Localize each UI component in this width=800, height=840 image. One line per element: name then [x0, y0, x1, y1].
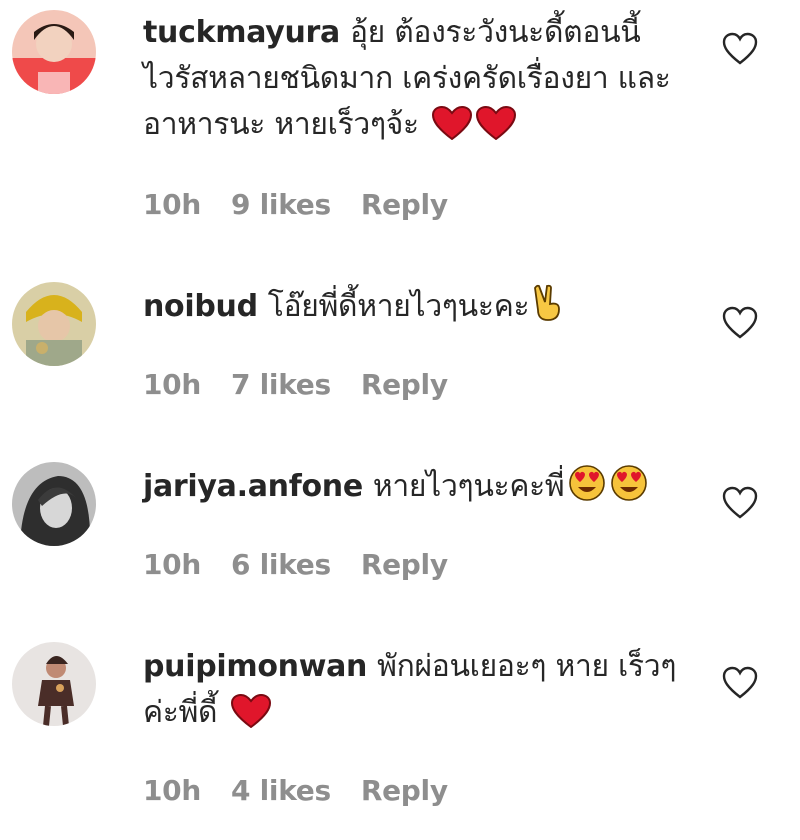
comment-time: 10h	[143, 188, 201, 221]
comment-time: 10h	[143, 368, 201, 401]
comment-username[interactable]: tuckmayura	[143, 15, 340, 50]
comment-likes[interactable]: 7 likes	[231, 368, 331, 401]
comment-username[interactable]: jariya.anfone	[143, 469, 363, 504]
avatar[interactable]	[12, 462, 96, 546]
red-heart-icon	[432, 105, 473, 154]
like-heart-icon[interactable]	[722, 306, 758, 340]
like-heart-icon[interactable]	[722, 666, 758, 700]
like-heart-icon[interactable]	[722, 486, 758, 520]
avatar[interactable]	[12, 282, 96, 366]
comment-item: noibud โอ๊ยพี่ดี้หายไวๆนะคะ 10h 7 likes Rep…	[0, 270, 800, 410]
comment-likes[interactable]: 4 likes	[231, 774, 331, 807]
comment-text: noibud โอ๊ยพี่ดี้หายไวๆนะคะ	[143, 284, 683, 336]
reply-button[interactable]: Reply	[361, 188, 448, 221]
victory-hand-icon	[533, 284, 563, 336]
comment-text: jariya.anfone หายไวๆนะคะพี่	[143, 464, 683, 516]
reply-button[interactable]: Reply	[361, 548, 448, 581]
comment-likes[interactable]: 9 likes	[231, 188, 331, 221]
heart-eyes-face-icon	[610, 464, 648, 516]
comment-text: puipimonwan พักผ่อนเยอะๆ หาย เร็วๆค่ะพี่ด…	[143, 644, 683, 742]
comment-time: 10h	[143, 774, 201, 807]
avatar[interactable]	[12, 10, 96, 94]
comment-username[interactable]: noibud	[143, 289, 258, 324]
reply-button[interactable]: Reply	[361, 368, 448, 401]
red-heart-icon	[476, 105, 517, 154]
comment-item: puipimonwan พักผ่อนเยอะๆ หาย เร็วๆค่ะพี่ด…	[0, 630, 800, 830]
comment-body: หายไวๆนะคะพี่	[372, 469, 565, 504]
heart-eyes-face-icon	[568, 464, 606, 516]
comment-body: โอ๊ยพี่ดี้หายไวๆนะคะ	[267, 289, 530, 324]
comment-item: tuckmayura อุ้ย ต้องระวังนะดี้ตอนนี้ ไวรั…	[0, 0, 800, 240]
like-heart-icon[interactable]	[722, 32, 758, 66]
comment-item: jariya.anfone หายไวๆนะคะพี่ 10h 6 likes Rep…	[0, 450, 800, 590]
comment-likes[interactable]: 6 likes	[231, 548, 331, 581]
comment-text: tuckmayura อุ้ย ต้องระวังนะดี้ตอนนี้ ไวรั…	[143, 10, 683, 154]
red-heart-icon	[230, 693, 271, 742]
comment-username[interactable]: puipimonwan	[143, 649, 367, 684]
reply-button[interactable]: Reply	[361, 774, 448, 807]
avatar[interactable]	[12, 642, 96, 726]
comment-time: 10h	[143, 548, 201, 581]
